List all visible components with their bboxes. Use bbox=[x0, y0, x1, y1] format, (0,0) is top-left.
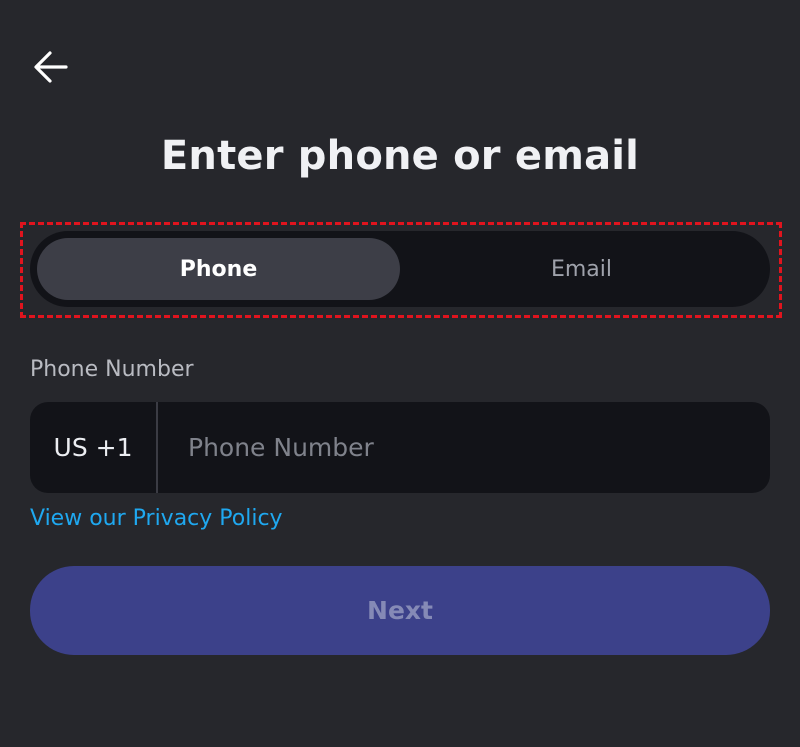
next-button[interactable]: Next bbox=[30, 566, 770, 655]
tab-email[interactable]: Email bbox=[400, 238, 763, 300]
back-button[interactable] bbox=[30, 46, 72, 88]
country-code-selector[interactable]: US +1 bbox=[30, 402, 158, 493]
arrow-left-icon bbox=[34, 51, 68, 83]
phone-number-label: Phone Number bbox=[30, 357, 194, 382]
privacy-policy-link[interactable]: View our Privacy Policy bbox=[30, 503, 283, 535]
phone-number-input[interactable] bbox=[158, 402, 770, 493]
phone-email-toggle[interactable]: Phone Email bbox=[30, 231, 770, 307]
phone-number-field: US +1 bbox=[30, 402, 770, 493]
page-title: Enter phone or email bbox=[160, 133, 640, 179]
tab-phone[interactable]: Phone bbox=[37, 238, 400, 300]
